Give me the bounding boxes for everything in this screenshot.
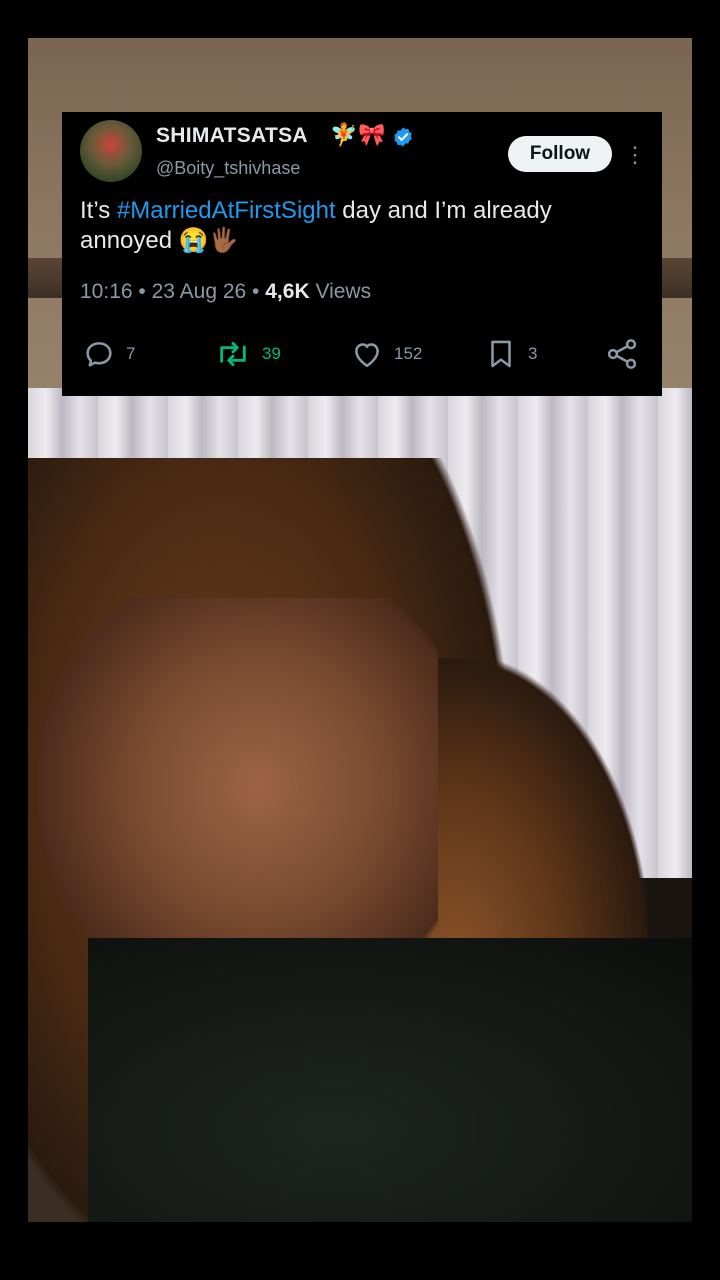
reply-button[interactable]: 7 bbox=[82, 334, 135, 374]
avatar[interactable] bbox=[80, 120, 142, 182]
reply-icon bbox=[86, 342, 112, 367]
retweet-button[interactable]: 39 bbox=[214, 334, 281, 374]
share-button[interactable] bbox=[604, 334, 640, 374]
action-bar: 7 39 152 3 bbox=[80, 334, 646, 374]
meta-separator: • bbox=[252, 280, 260, 303]
views-count: 4,6K bbox=[265, 280, 310, 303]
display-name[interactable]: SHIMATSATSA bbox=[156, 124, 308, 148]
reply-count: 7 bbox=[126, 344, 136, 363]
tweet-text-prefix: It’s bbox=[80, 197, 117, 224]
tweet-text: It’s #MarriedAtFirstSight day and I’m al… bbox=[80, 196, 640, 256]
share-icon bbox=[607, 339, 637, 369]
like-count: 152 bbox=[394, 344, 423, 363]
tweet-meta: 10:16 • 23 Aug 26 • 4,6K Views bbox=[80, 280, 371, 304]
like-button[interactable]: 152 bbox=[350, 334, 422, 374]
photo-shirt bbox=[88, 938, 692, 1222]
retweet-count: 39 bbox=[262, 344, 281, 363]
views-label: Views bbox=[315, 280, 372, 303]
retweet-icon bbox=[220, 341, 246, 367]
like-icon bbox=[355, 343, 379, 368]
handle[interactable]: @Boity_tshivhase bbox=[156, 158, 300, 179]
hashtag-link[interactable]: #MarriedAtFirstSight bbox=[117, 197, 336, 224]
tweet-card: SHIMATSATSA 🧚 🎀 @Boity_tshivhase Follow … bbox=[62, 112, 662, 396]
tweet-time[interactable]: 10:16 bbox=[80, 280, 133, 303]
fairy-emoji: 🧚 bbox=[330, 122, 358, 147]
bookmark-button[interactable]: 3 bbox=[484, 334, 537, 374]
follow-button[interactable]: Follow bbox=[508, 136, 612, 172]
more-icon[interactable]: ⋮ bbox=[624, 140, 646, 170]
bookmark-icon bbox=[491, 340, 511, 368]
meta-separator: • bbox=[138, 280, 146, 303]
tweet-date[interactable]: 23 Aug 26 bbox=[152, 280, 247, 303]
ribbon-emoji: 🎀 bbox=[358, 122, 386, 147]
verified-badge-icon bbox=[394, 127, 412, 147]
bookmark-count: 3 bbox=[528, 344, 538, 363]
